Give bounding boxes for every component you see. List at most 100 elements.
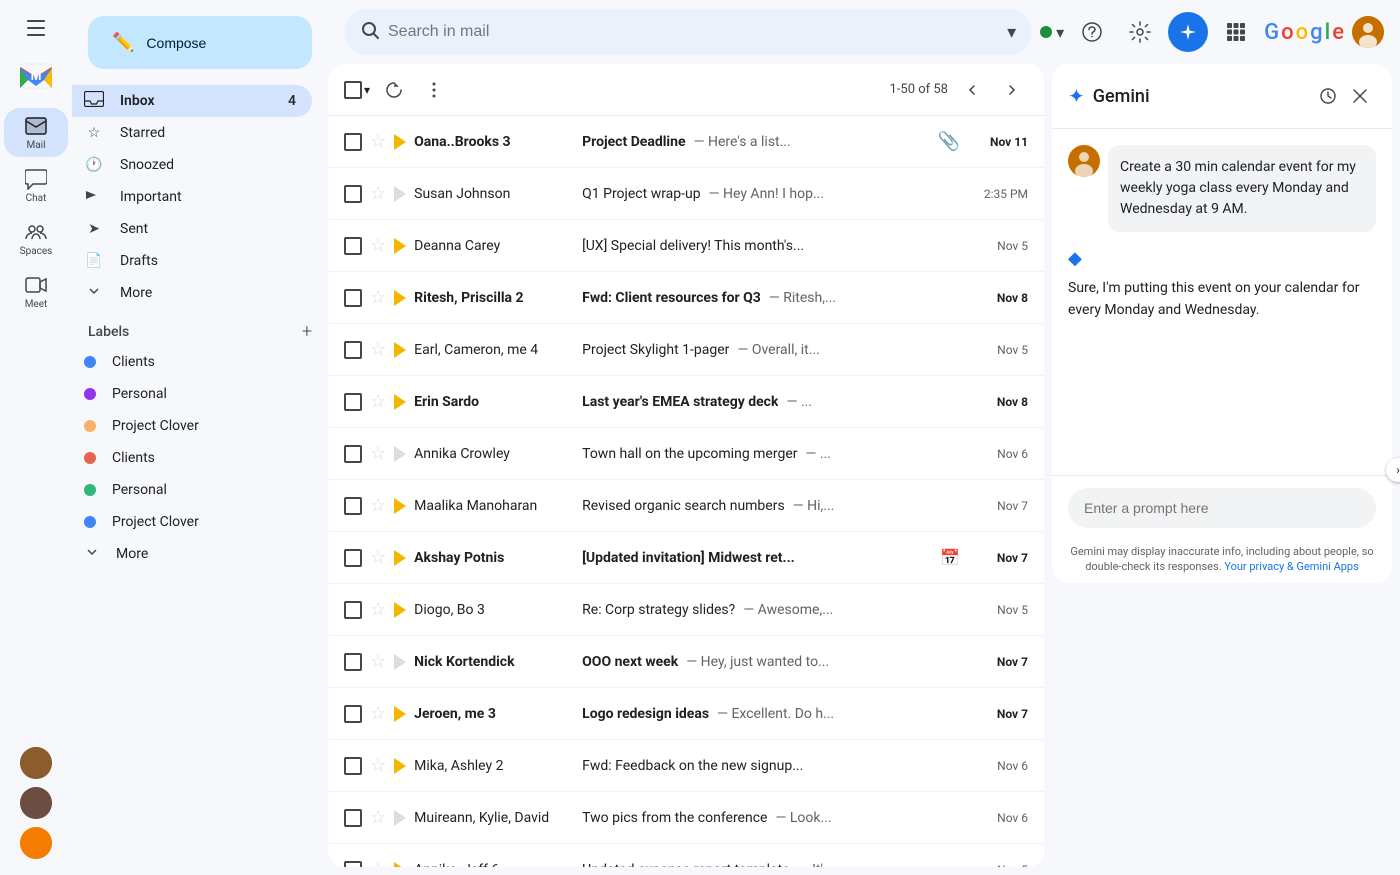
user-avatar[interactable] [1352,16,1384,48]
star-icon[interactable]: ☆ [370,495,386,516]
label-project-clover-1[interactable]: Project Clover [72,410,312,442]
email-row[interactable]: ☆ Annika, Jeff 6 Updated expense report … [328,844,1044,867]
select-dropdown-icon[interactable]: ▾ [364,83,370,97]
label-name-personal-2: Personal [112,482,167,498]
star-icon[interactable]: ☆ [370,599,386,620]
star-icon[interactable]: ☆ [370,287,386,308]
google-logo[interactable]: Google [1264,20,1344,45]
next-page-button[interactable] [996,74,1028,106]
avatar-3[interactable] [20,827,52,859]
label-project-clover-2[interactable]: Project Clover [72,506,312,538]
email-row[interactable]: ☆ Nick Kortendick OOO next week — Hey, j… [328,636,1044,688]
star-icon[interactable]: ☆ [370,391,386,412]
snoozed-label: Snoozed [120,157,296,173]
select-all-wrapper[interactable]: ▾ [344,81,370,99]
email-checkbox[interactable] [344,549,362,567]
more-nav-label: More [120,285,296,301]
search-bar[interactable]: ▾ [344,9,1032,55]
gemini-button[interactable] [1168,12,1208,52]
email-checkbox[interactable] [344,861,362,868]
nav-mail[interactable]: Mail [4,108,68,157]
sidebar-item-drafts[interactable]: 📄 Drafts [72,245,312,277]
email-checkbox[interactable] [344,653,362,671]
hamburger-menu[interactable] [16,8,56,48]
more-options-button[interactable] [418,74,450,106]
star-icon[interactable]: ☆ [370,651,386,672]
sidebar-item-starred[interactable]: ☆ Starred [72,117,312,149]
email-row[interactable]: ☆ Diogo, Bo 3 Re: Corp strategy slides? … [328,584,1044,636]
email-row[interactable]: ☆ Mika, Ashley 2 Fwd: Feedback on the ne… [328,740,1044,792]
label-clients-2[interactable]: Clients [72,442,312,474]
labels-more-button[interactable]: More [72,538,312,570]
sidebar-item-snoozed[interactable]: 🕐 Snoozed [72,149,312,181]
star-icon[interactable]: ☆ [370,807,386,828]
apps-button[interactable] [1216,12,1256,52]
email-row[interactable]: ☆ Oana..Brooks 3 Project Deadline — Here… [328,116,1044,168]
label-personal-1[interactable]: Personal [72,378,312,410]
nav-meet[interactable]: Meet [4,267,68,316]
nav-mail-label: Mail [26,140,45,151]
help-button[interactable] [1072,12,1112,52]
star-icon[interactable]: ☆ [370,547,386,568]
email-checkbox[interactable] [344,237,362,255]
sidebar-item-sent[interactable]: ➤ Sent [72,213,312,245]
nav-chat[interactable]: Chat [4,161,68,210]
sidebar-item-important[interactable]: Important [72,181,312,213]
email-checkbox[interactable] [344,757,362,775]
status-indicator[interactable]: ▾ [1040,23,1064,42]
star-icon[interactable]: ☆ [370,443,386,464]
gemini-close-button[interactable] [1344,80,1376,112]
star-icon[interactable]: ☆ [370,235,386,256]
avatar-1[interactable] [20,747,52,779]
email-subject: Q1 Project wrap-up [582,186,700,202]
email-row[interactable]: ☆ Earl, Cameron, me 4 Project Skylight 1… [328,324,1044,376]
prev-page-button[interactable] [956,74,988,106]
gemini-history-button[interactable] [1312,80,1344,112]
email-checkbox[interactable] [344,445,362,463]
email-checkbox[interactable] [344,133,362,151]
gemini-privacy-link[interactable]: Your privacy & Gemini Apps [1224,560,1358,573]
refresh-button[interactable] [378,74,410,106]
email-row[interactable]: ☆ Deanna Carey [UX] Special delivery! Th… [328,220,1044,272]
label-clients-1[interactable]: Clients [72,346,312,378]
sidebar-item-inbox[interactable]: Inbox 4 [72,85,312,117]
email-row[interactable]: ☆ Maalika Manoharan Revised organic sear… [328,480,1044,532]
sender-name: Mika, Ashley 2 [414,758,574,774]
star-icon[interactable]: ☆ [370,703,386,724]
avatar-2[interactable] [20,787,52,819]
email-row[interactable]: ☆ Jeroen, me 3 Logo redesign ideas — Exc… [328,688,1044,740]
sender-name: Earl, Cameron, me 4 [414,342,574,358]
sidebar-item-more[interactable]: More [72,277,312,309]
email-checkbox[interactable] [344,809,362,827]
email-row[interactable]: ☆ Erin Sardo Last year's EMEA strategy d… [328,376,1044,428]
star-icon[interactable]: ☆ [370,183,386,204]
email-checkbox[interactable] [344,289,362,307]
email-row[interactable]: ☆ Muireann, Kylie, David Two pics from t… [328,792,1044,844]
email-row[interactable]: ☆ Ritesh, Priscilla 2 Fwd: Client resour… [328,272,1044,324]
email-row[interactable]: ☆ Susan Johnson Q1 Project wrap-up — Hey… [328,168,1044,220]
gemini-prompt-input[interactable] [1068,488,1376,528]
select-all-checkbox[interactable] [344,81,362,99]
email-checkbox[interactable] [344,185,362,203]
star-icon[interactable]: ☆ [370,755,386,776]
star-icon[interactable]: ☆ [370,859,386,867]
email-checkbox[interactable] [344,393,362,411]
search-input[interactable] [388,23,999,41]
gmail-logo[interactable]: M [16,56,56,96]
label-name-project-clover-2: Project Clover [112,514,199,530]
email-checkbox[interactable] [344,497,362,515]
star-icon[interactable]: ☆ [370,131,386,152]
label-personal-2[interactable]: Personal [72,474,312,506]
email-checkbox[interactable] [344,601,362,619]
email-checkbox[interactable] [344,705,362,723]
important-marker [394,342,406,358]
email-row[interactable]: ☆ Annika Crowley Town hall on the upcomi… [328,428,1044,480]
settings-button[interactable] [1120,12,1160,52]
star-icon[interactable]: ☆ [370,339,386,360]
search-dropdown-icon[interactable]: ▾ [1007,22,1016,43]
compose-button[interactable]: ✏️ Compose [88,16,312,69]
add-label-button[interactable]: + [302,321,312,342]
nav-spaces[interactable]: Spaces [4,214,68,263]
email-checkbox[interactable] [344,341,362,359]
email-row[interactable]: ☆ Akshay Potnis [Updated invitation] Mid… [328,532,1044,584]
